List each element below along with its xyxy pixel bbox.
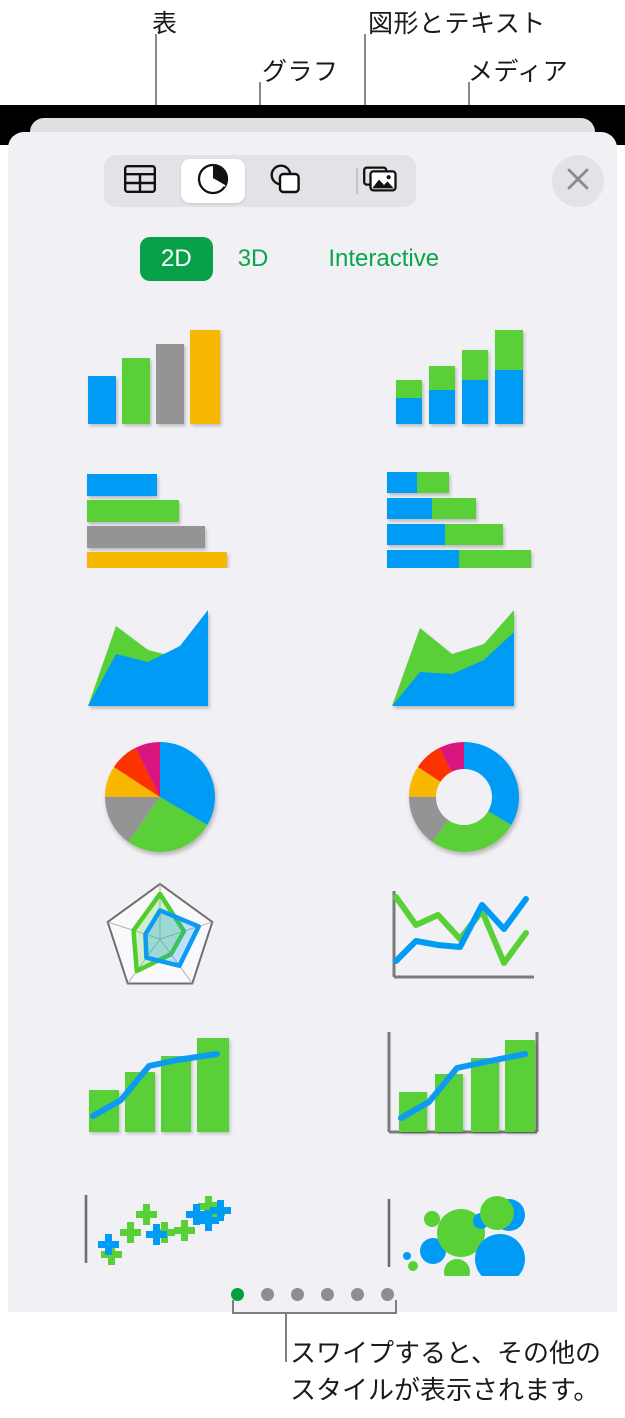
chart-thumb-scatter-chart[interactable] bbox=[8, 1152, 312, 1294]
chart-thumb-radar-chart[interactable] bbox=[8, 868, 312, 1010]
tab-interactive[interactable]: Interactive bbox=[307, 237, 460, 281]
media-icon bbox=[362, 165, 397, 198]
chart-thumb-horizontal-bar-chart[interactable] bbox=[8, 442, 312, 584]
chart-thumb-pie-chart[interactable] bbox=[8, 726, 312, 868]
shapes-icon bbox=[269, 163, 301, 199]
chart-thumb-two-axis-chart[interactable] bbox=[312, 1010, 616, 1152]
stacked-column-chart-graphic bbox=[396, 329, 523, 424]
callout-bracket-pager bbox=[232, 1300, 397, 1314]
mixed-bar-line-chart-graphic bbox=[88, 1038, 229, 1132]
stacked-area-chart-graphic bbox=[391, 609, 514, 706]
horizontal-bar-chart-graphic bbox=[87, 474, 227, 568]
area-chart-graphic bbox=[87, 609, 208, 706]
stacked-horizontal-bar-chart-graphic bbox=[387, 472, 531, 568]
bubble-chart-graphic bbox=[387, 1195, 525, 1276]
chart-thumb-stacked-column-chart[interactable] bbox=[312, 300, 616, 442]
table-icon bbox=[124, 164, 157, 198]
chart-thumbnail-grid[interactable] bbox=[8, 300, 617, 1294]
pie-chart-graphic bbox=[105, 742, 215, 852]
toolbar-button-media[interactable] bbox=[344, 155, 417, 207]
chart-thumb-stacked-horizontal-bar-chart[interactable] bbox=[312, 442, 616, 584]
insert-toolbar[interactable] bbox=[104, 155, 416, 207]
callout-caption-swipe: スワイプすると、その他の スタイルが表示されます。 bbox=[290, 1335, 601, 1409]
chart-thumb-stacked-area-chart[interactable] bbox=[312, 584, 616, 726]
chart-pie-icon bbox=[197, 163, 229, 200]
callout-label-shapes: 図形とテキスト bbox=[368, 10, 546, 38]
chart-thumb-mixed-bar-line-chart[interactable] bbox=[8, 1010, 312, 1152]
chart-thumb-donut-chart[interactable] bbox=[312, 726, 616, 868]
chart-thumb-area-chart[interactable] bbox=[8, 584, 312, 726]
chart-thumb-bubble-chart[interactable] bbox=[312, 1152, 616, 1294]
chart-thumb-column-chart[interactable] bbox=[8, 300, 312, 442]
tab-3d[interactable]: 3D bbox=[217, 237, 290, 281]
column-chart-graphic bbox=[88, 329, 220, 424]
screenshot-root: 表 グラフ 図形とテキスト メディア 2D 3D Interactive スワイ… bbox=[0, 0, 625, 1418]
chart-type-tabs[interactable]: 2D 3D Interactive bbox=[140, 237, 460, 281]
chart-thumb-line-chart[interactable] bbox=[312, 868, 616, 1010]
leader-line-bottom bbox=[285, 1314, 287, 1362]
callout-label-media: メディア bbox=[468, 58, 569, 86]
callout-caption-line2: スタイルが表示されます。 bbox=[290, 1375, 600, 1405]
toolbar-button-table[interactable] bbox=[104, 155, 177, 207]
toolbar-button-chart[interactable] bbox=[177, 155, 250, 207]
callout-caption-line1: スワイプすると、その他の bbox=[290, 1338, 601, 1368]
tab-2d[interactable]: 2D bbox=[140, 237, 213, 281]
close-icon bbox=[565, 166, 591, 197]
line-chart-graphic bbox=[392, 891, 534, 979]
toolbar-button-shapes[interactable] bbox=[249, 155, 322, 207]
callout-label-chart: グラフ bbox=[262, 58, 339, 86]
radar-chart-graphic bbox=[106, 882, 214, 984]
donut-chart-graphic bbox=[409, 742, 519, 852]
scatter-chart-graphic bbox=[84, 1194, 231, 1265]
close-button[interactable] bbox=[552, 155, 604, 207]
two-axis-chart-graphic bbox=[387, 1032, 538, 1134]
